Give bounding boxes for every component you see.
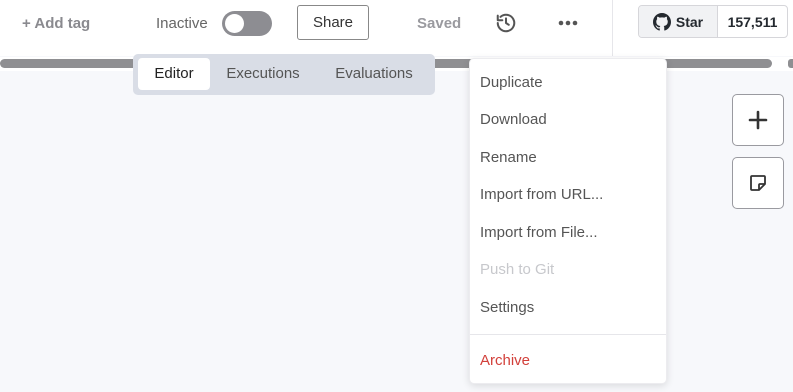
history-icon[interactable] [495, 12, 517, 34]
tab-executions[interactable]: Executions [215, 58, 311, 90]
menu-item-import-url[interactable]: Import from URL... [480, 185, 603, 205]
scrollbar-thumb-edge [788, 59, 793, 68]
menu-item-rename[interactable]: Rename [480, 148, 537, 168]
toggle-knob [225, 14, 244, 33]
github-icon [652, 12, 671, 31]
menu-item-duplicate[interactable]: Duplicate [480, 73, 543, 93]
top-bar: + Add tag Inactive Share Saved Star 157,… [0, 0, 793, 56]
star-count[interactable]: 157,511 [718, 6, 787, 37]
github-star-widget: Star 157,511 [638, 5, 788, 38]
plus-icon [748, 110, 768, 130]
add-sticky-note-button[interactable] [732, 157, 784, 209]
menu-item-download[interactable]: Download [480, 110, 547, 130]
menu-item-archive[interactable]: Archive [480, 351, 530, 371]
star-label: Star [675, 13, 704, 30]
saved-status: Saved [417, 15, 462, 32]
menu-item-import-file[interactable]: Import from File... [480, 223, 598, 243]
menu-item-push-to-git: Push to Git [480, 261, 555, 278]
share-button[interactable]: Share [297, 5, 369, 40]
view-tabs: Editor Executions Evaluations [133, 54, 435, 95]
sticky-note-icon [750, 175, 766, 191]
menu-item-settings[interactable]: Settings [480, 298, 534, 318]
add-node-button[interactable] [732, 94, 784, 146]
more-horizontal-icon[interactable] [556, 12, 580, 34]
github-star-button[interactable]: Star [639, 6, 718, 37]
active-toggle[interactable] [222, 11, 272, 36]
tab-editor[interactable]: Editor [138, 58, 210, 90]
add-tag-button[interactable]: + Add tag [22, 14, 90, 34]
menu-divider [470, 334, 666, 335]
header-divider [612, 0, 613, 56]
status-label: Inactive [156, 15, 208, 32]
workflow-actions-menu: Duplicate Download Rename Import from UR… [469, 58, 667, 384]
tab-evaluations[interactable]: Evaluations [323, 58, 425, 90]
